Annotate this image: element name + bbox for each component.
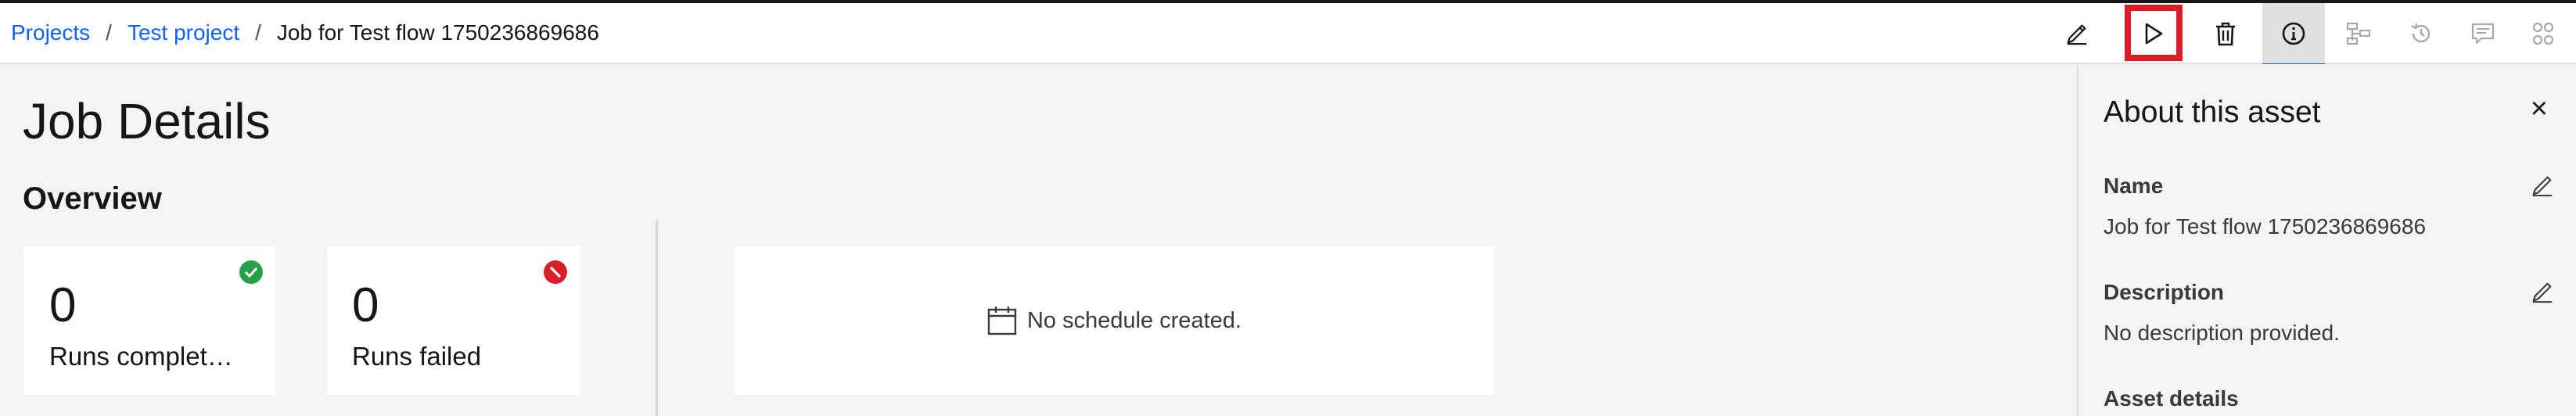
delete-button[interactable]	[2206, 3, 2245, 64]
about-asset-panel: About this asset × Name Job for Test flo…	[2077, 64, 2576, 416]
lineage-icon	[2346, 22, 2371, 45]
related-assets-icon	[2532, 22, 2554, 45]
runs-failed-count: 0	[352, 278, 379, 332]
info-button[interactable]	[2274, 3, 2313, 64]
edit-button[interactable]	[2057, 3, 2096, 64]
breadcrumb-separator: /	[255, 20, 261, 45]
schedule-card: No schedule created.	[735, 246, 1493, 395]
breadcrumb-separator: /	[106, 20, 112, 45]
comment-button[interactable]	[2463, 3, 2502, 64]
description-label: Description	[2104, 280, 2225, 304]
calendar-icon	[987, 307, 1017, 335]
runs-completed-count: 0	[49, 278, 77, 332]
overview-divider	[656, 221, 658, 416]
runs-completed-label: Runs complet…	[49, 342, 233, 371]
delete-icon	[2216, 22, 2235, 46]
name-label: Name	[2104, 174, 2164, 198]
breadcrumb-test-project-link[interactable]: Test project	[128, 20, 239, 45]
breadcrumb: Projects / Test project / Job for Test f…	[11, 20, 599, 45]
edit-name-icon[interactable]	[2531, 174, 2554, 197]
error-icon	[544, 260, 567, 284]
description-value: No description provided.	[2104, 321, 2340, 345]
runs-failed-label: Runs failed	[352, 342, 482, 371]
schedule-status-text: No schedule created.	[1026, 307, 1242, 333]
lineage-button[interactable]	[2339, 3, 2378, 64]
top-bar: Projects / Test project / Job for Test f…	[0, 0, 2576, 67]
edit-icon	[2067, 24, 2087, 45]
breadcrumb-projects-link[interactable]: Projects	[11, 20, 90, 45]
edit-description-icon[interactable]	[2531, 280, 2554, 303]
page-title: Job Details	[23, 93, 271, 149]
success-check-icon	[239, 260, 263, 284]
history-icon	[2411, 23, 2430, 43]
name-value: Job for Test flow 1750236869686	[2104, 214, 2427, 238]
related-assets-button[interactable]	[2524, 3, 2563, 64]
info-icon	[2282, 22, 2305, 45]
panel-title: About this asset	[2104, 95, 2321, 129]
overview-heading: Overview	[23, 181, 162, 216]
history-button[interactable]	[2402, 3, 2441, 64]
comment-icon	[2471, 23, 2495, 45]
run-icon	[2145, 23, 2163, 45]
runs-failed-tile: 0 Runs failed	[327, 246, 580, 395]
close-icon[interactable]: ×	[2531, 94, 2548, 124]
run-button[interactable]	[2131, 3, 2176, 64]
asset-details-heading: Asset details	[2104, 386, 2239, 411]
breadcrumb-current: Job for Test flow 1750236869686	[276, 20, 599, 45]
runs-completed-tile: 0 Runs complet…	[24, 246, 275, 395]
